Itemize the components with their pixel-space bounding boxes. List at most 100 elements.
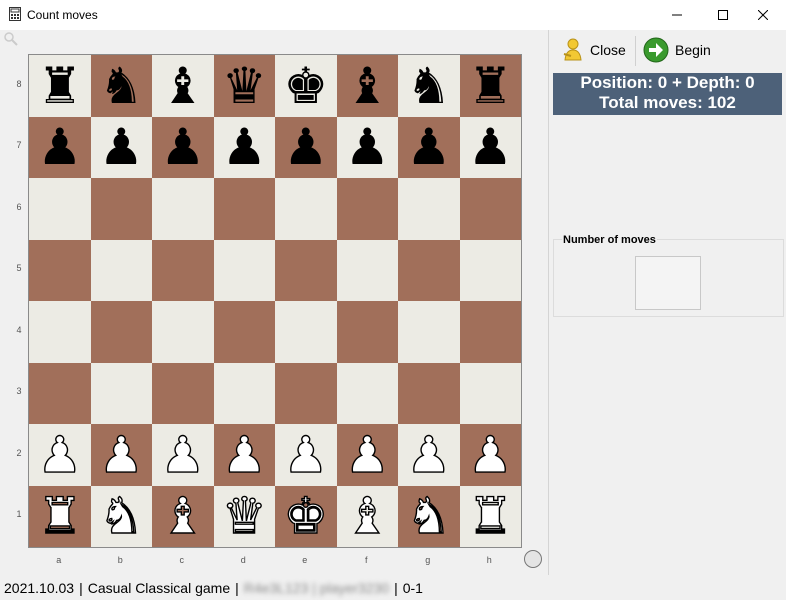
- square-b6[interactable]: [90, 178, 152, 240]
- chess-piece-e2[interactable]: ♟: [283, 429, 329, 480]
- square-d7[interactable]: ♟: [213, 116, 275, 178]
- square-a2[interactable]: ♟: [29, 424, 91, 486]
- square-h1[interactable]: ♜: [459, 485, 521, 547]
- chess-piece-d2[interactable]: ♟: [221, 429, 267, 480]
- square-f5[interactable]: [336, 239, 398, 301]
- square-h4[interactable]: [459, 301, 521, 363]
- square-b7[interactable]: ♟: [90, 116, 152, 178]
- chess-piece-c7[interactable]: ♟: [160, 122, 205, 172]
- square-b5[interactable]: [90, 239, 152, 301]
- square-a7[interactable]: ♟: [29, 116, 91, 178]
- square-b8[interactable]: ♞: [90, 55, 152, 117]
- chess-board[interactable]: ♜ ♞ ♝ ♛ ♚ ♝ ♞ ♜ ♟ ♟ ♟ ♟ ♟ ♟ ♟ ♟ ♟ ♟ ♟ ♟ ♟ ♟ ♟ ♟ ♜ ♞ ♝ ♛ ♚ ♝ ♞ ♜: [28, 54, 522, 548]
- close-window-button[interactable]: [740, 0, 786, 30]
- square-a6[interactable]: [29, 178, 91, 240]
- chess-piece-h8[interactable]: ♜: [468, 61, 513, 111]
- square-g7[interactable]: ♟: [398, 116, 460, 178]
- chess-piece-h7[interactable]: ♟: [468, 122, 513, 172]
- square-f1[interactable]: ♝: [336, 485, 398, 547]
- square-c5[interactable]: [152, 239, 214, 301]
- chess-piece-f1[interactable]: ♝: [344, 491, 390, 542]
- chess-piece-b7[interactable]: ♟: [99, 122, 144, 172]
- square-g6[interactable]: [398, 178, 460, 240]
- chess-piece-h1[interactable]: ♜: [467, 491, 513, 542]
- square-c2[interactable]: ♟: [152, 424, 214, 486]
- square-g1[interactable]: ♞: [398, 485, 460, 547]
- square-g4[interactable]: [398, 301, 460, 363]
- chess-piece-b2[interactable]: ♟: [98, 429, 144, 480]
- chess-piece-a7[interactable]: ♟: [37, 122, 82, 172]
- square-d3[interactable]: [213, 362, 275, 424]
- square-f8[interactable]: ♝: [336, 55, 398, 117]
- square-e8[interactable]: ♚: [275, 55, 337, 117]
- square-f6[interactable]: [336, 178, 398, 240]
- chess-piece-g1[interactable]: ♞: [406, 491, 452, 542]
- chess-piece-d1[interactable]: ♛: [221, 491, 267, 542]
- square-b1[interactable]: ♞: [90, 485, 152, 547]
- chess-piece-h2[interactable]: ♟: [467, 429, 513, 480]
- square-e6[interactable]: [275, 178, 337, 240]
- chess-piece-f7[interactable]: ♟: [345, 122, 390, 172]
- square-e7[interactable]: ♟: [275, 116, 337, 178]
- chess-piece-d8[interactable]: ♛: [222, 61, 267, 111]
- chess-piece-c1[interactable]: ♝: [160, 491, 206, 542]
- square-c1[interactable]: ♝: [152, 485, 214, 547]
- square-e2[interactable]: ♟: [275, 424, 337, 486]
- square-a8[interactable]: ♜: [29, 55, 91, 117]
- chess-piece-g8[interactable]: ♞: [406, 61, 451, 111]
- chess-piece-e1[interactable]: ♚: [283, 491, 329, 542]
- chess-piece-a1[interactable]: ♜: [37, 491, 83, 542]
- square-d4[interactable]: [213, 301, 275, 363]
- chess-piece-f2[interactable]: ♟: [344, 429, 390, 480]
- square-b4[interactable]: [90, 301, 152, 363]
- square-h3[interactable]: [459, 362, 521, 424]
- chess-piece-e8[interactable]: ♚: [283, 61, 328, 111]
- square-b3[interactable]: [90, 362, 152, 424]
- square-g2[interactable]: ♟: [398, 424, 460, 486]
- square-a3[interactable]: [29, 362, 91, 424]
- square-h5[interactable]: [459, 239, 521, 301]
- square-h6[interactable]: [459, 178, 521, 240]
- square-d6[interactable]: [213, 178, 275, 240]
- square-a4[interactable]: [29, 301, 91, 363]
- square-c4[interactable]: [152, 301, 214, 363]
- zoom-icon[interactable]: [4, 32, 18, 46]
- square-e1[interactable]: ♚: [275, 485, 337, 547]
- square-h8[interactable]: ♜: [459, 55, 521, 117]
- chess-piece-g2[interactable]: ♟: [406, 429, 452, 480]
- chess-piece-e7[interactable]: ♟: [283, 122, 328, 172]
- chess-piece-g7[interactable]: ♟: [406, 122, 451, 172]
- square-f2[interactable]: ♟: [336, 424, 398, 486]
- chess-piece-f8[interactable]: ♝: [345, 61, 390, 111]
- square-a1[interactable]: ♜: [29, 485, 91, 547]
- close-button[interactable]: Close: [562, 34, 626, 66]
- square-g3[interactable]: [398, 362, 460, 424]
- square-c6[interactable]: [152, 178, 214, 240]
- square-c3[interactable]: [152, 362, 214, 424]
- chess-piece-c8[interactable]: ♝: [160, 61, 205, 111]
- square-d8[interactable]: ♛: [213, 55, 275, 117]
- chess-piece-c2[interactable]: ♟: [160, 429, 206, 480]
- square-a5[interactable]: [29, 239, 91, 301]
- square-f4[interactable]: [336, 301, 398, 363]
- square-b2[interactable]: ♟: [90, 424, 152, 486]
- chess-piece-b1[interactable]: ♞: [98, 491, 144, 542]
- chess-piece-d7[interactable]: ♟: [222, 122, 267, 172]
- square-f7[interactable]: ♟: [336, 116, 398, 178]
- square-d2[interactable]: ♟: [213, 424, 275, 486]
- square-f3[interactable]: [336, 362, 398, 424]
- square-h7[interactable]: ♟: [459, 116, 521, 178]
- square-c8[interactable]: ♝: [152, 55, 214, 117]
- square-e3[interactable]: [275, 362, 337, 424]
- begin-button[interactable]: Begin: [643, 34, 711, 66]
- square-e4[interactable]: [275, 301, 337, 363]
- chess-piece-b8[interactable]: ♞: [99, 61, 144, 111]
- square-h2[interactable]: ♟: [459, 424, 521, 486]
- chess-piece-a8[interactable]: ♜: [37, 61, 82, 111]
- chess-piece-a2[interactable]: ♟: [37, 429, 83, 480]
- square-d5[interactable]: [213, 239, 275, 301]
- square-c7[interactable]: ♟: [152, 116, 214, 178]
- square-g5[interactable]: [398, 239, 460, 301]
- square-d1[interactable]: ♛: [213, 485, 275, 547]
- minimize-button[interactable]: [654, 0, 700, 30]
